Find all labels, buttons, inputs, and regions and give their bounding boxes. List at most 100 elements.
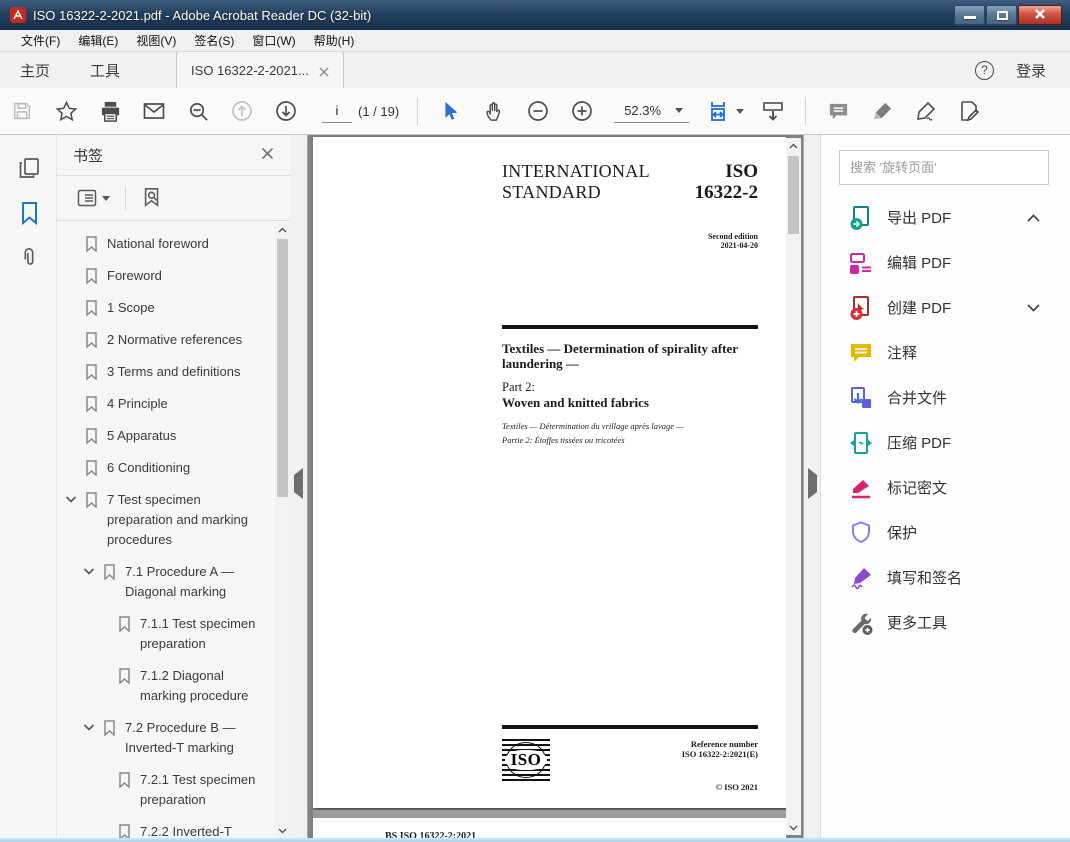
panel-gutter-right xyxy=(803,135,820,838)
tool-combine-files[interactable]: 合并文件 xyxy=(821,375,1070,420)
page-thumbnails-icon[interactable] xyxy=(14,153,44,183)
document-title-french: Textiles — Détermination du vrillage apr… xyxy=(502,421,684,445)
close-panel-icon[interactable] xyxy=(261,147,274,164)
bookmark-item[interactable]: 7.2.1 Test specimen preparation xyxy=(57,770,274,810)
fit-width-icon[interactable] xyxy=(706,95,744,127)
collapse-bookmarks-handle[interactable] xyxy=(294,468,303,499)
tab-home[interactable]: 主页 xyxy=(0,52,70,88)
pdf-page-next[interactable]: BS ISO 16322-2:2021 xyxy=(313,818,786,838)
chevron-down-icon xyxy=(65,496,77,503)
restore-button[interactable] xyxy=(986,5,1017,25)
bookmark-item[interactable]: 7 Test specimen preparation and marking … xyxy=(57,490,274,550)
tool-compress-pdf[interactable]: 压缩 PDF xyxy=(821,420,1070,465)
comment-icon[interactable] xyxy=(823,95,853,127)
tool-redact[interactable]: 标记密文 xyxy=(821,465,1070,510)
menu-file[interactable]: 文件(F) xyxy=(12,32,69,49)
help-icon[interactable]: ? xyxy=(974,60,994,80)
scroll-up-icon[interactable] xyxy=(275,222,290,237)
page-gap xyxy=(313,810,786,818)
tool-edit-pdf[interactable]: 编辑 PDF xyxy=(821,240,1070,285)
bookmark-item[interactable]: National foreword xyxy=(57,234,274,254)
edit-pdf-icon xyxy=(850,252,871,274)
search-icon[interactable] xyxy=(183,95,213,127)
bookmarks-panel-title: 书签 xyxy=(73,147,104,165)
chevron-up-icon[interactable] xyxy=(1027,213,1040,222)
tab-tools[interactable]: 工具 xyxy=(70,52,140,88)
scrollbar-thumb[interactable] xyxy=(277,239,288,497)
tool-fill-sign[interactable]: 填写和签名 xyxy=(821,555,1070,600)
attachments-icon[interactable] xyxy=(14,243,44,273)
tool-more-tools[interactable]: 更多工具 xyxy=(821,600,1070,645)
menu-help[interactable]: 帮助(H) xyxy=(305,32,364,49)
compress-pdf-icon xyxy=(850,431,872,454)
save-icon[interactable] xyxy=(7,95,37,127)
acrobat-app-icon xyxy=(10,7,26,23)
stamp-icon[interactable] xyxy=(955,95,985,127)
scroll-down-icon[interactable] xyxy=(275,823,290,838)
star-icon[interactable] xyxy=(51,95,81,127)
pdf-page[interactable]: INTERNATIONAL STANDARD ISO 16322-2 Secon… xyxy=(313,137,786,808)
print-icon[interactable] xyxy=(95,95,125,127)
expand-tools-handle[interactable] xyxy=(808,468,817,499)
bookmark-item[interactable]: 7.2 Procedure B — Inverted-T marking xyxy=(57,718,274,758)
page-number-input[interactable] xyxy=(322,99,352,123)
bookmarks-scrollbar[interactable] xyxy=(275,222,290,838)
fill-sign-toolbar-icon[interactable] xyxy=(911,95,941,127)
close-button[interactable] xyxy=(1018,5,1062,25)
scroll-down-icon[interactable] xyxy=(786,820,801,835)
zoom-level-select[interactable]: 52.3% xyxy=(614,100,690,123)
bookmark-item[interactable]: 4 Principle xyxy=(57,394,274,414)
scrollbar-thumb[interactable] xyxy=(788,156,799,234)
bookmark-options-icon[interactable] xyxy=(71,185,116,211)
bookmark-item[interactable]: 7.1.1 Test specimen preparation xyxy=(57,614,274,654)
tool-protect[interactable]: 保护 xyxy=(821,510,1070,555)
bookmark-item[interactable]: Foreword xyxy=(57,266,274,286)
bookmark-item[interactable]: 3 Terms and definitions xyxy=(57,362,274,382)
bookmark-item[interactable]: 2 Normative references xyxy=(57,330,274,350)
tools-search-input[interactable] xyxy=(840,151,1048,184)
create-pdf-icon xyxy=(850,295,869,320)
bookmark-item[interactable]: 7.1 Procedure A — Diagonal marking xyxy=(57,562,274,602)
previous-page-icon[interactable] xyxy=(227,95,257,127)
tool-export-pdf[interactable]: 导出 PDF xyxy=(821,195,1070,240)
document-scrollbar[interactable] xyxy=(786,138,801,835)
tools-search-box[interactable] xyxy=(839,150,1049,185)
scroll-up-icon[interactable] xyxy=(786,138,801,153)
horizontal-rule xyxy=(502,725,758,729)
next-page-icon[interactable] xyxy=(271,95,301,127)
tool-comment[interactable]: 注释 xyxy=(821,330,1070,375)
sign-in-button[interactable]: 登录 xyxy=(1016,60,1046,81)
tool-create-pdf[interactable]: 创建 PDF xyxy=(821,285,1070,330)
more-tools-icon xyxy=(852,613,873,635)
tab-document[interactable]: ISO 16322-2-2021... xyxy=(176,52,344,88)
hand-tool-icon[interactable] xyxy=(479,95,509,127)
menu-window[interactable]: 窗口(W) xyxy=(243,32,304,49)
document-view: INTERNATIONAL STANDARD ISO 16322-2 Secon… xyxy=(308,135,803,838)
zoom-out-icon[interactable] xyxy=(523,95,553,127)
bookmark-item[interactable]: 1 Scope xyxy=(57,298,274,318)
menu-view[interactable]: 视图(V) xyxy=(127,32,185,49)
email-icon[interactable] xyxy=(139,95,169,127)
bookmarks-panel-icon[interactable] xyxy=(14,198,44,228)
menu-sign[interactable]: 签名(S) xyxy=(185,32,243,49)
tab-close-icon[interactable] xyxy=(319,65,329,77)
scroll-mode-icon[interactable] xyxy=(758,95,788,127)
standard-type-heading: INTERNATIONAL STANDARD xyxy=(502,161,650,202)
bookmark-item[interactable]: 5 Apparatus xyxy=(57,426,274,446)
navigation-rail xyxy=(0,135,57,838)
part-title: Woven and knitted fabrics xyxy=(502,395,649,410)
options-divider xyxy=(125,186,126,210)
fill-sign-icon xyxy=(851,567,871,589)
chevron-down-icon xyxy=(83,724,95,731)
chevron-down-icon[interactable] xyxy=(1027,303,1040,312)
highlight-icon[interactable] xyxy=(867,95,897,127)
minimize-button[interactable] xyxy=(954,5,985,25)
find-bookmark-icon[interactable] xyxy=(135,183,169,213)
bookmark-item[interactable]: 6 Conditioning xyxy=(57,458,274,478)
bookmark-item[interactable]: 7.2.2 Inverted-T marking xyxy=(57,822,274,838)
bookmarks-list: National foreword Foreword 1 Scope 2 Nor… xyxy=(57,222,274,838)
menu-edit[interactable]: 编辑(E) xyxy=(69,32,127,49)
select-tool-icon[interactable] xyxy=(435,95,465,127)
bookmark-item[interactable]: 7.1.2 Diagonal marking procedure xyxy=(57,666,274,706)
zoom-in-icon[interactable] xyxy=(567,95,597,127)
